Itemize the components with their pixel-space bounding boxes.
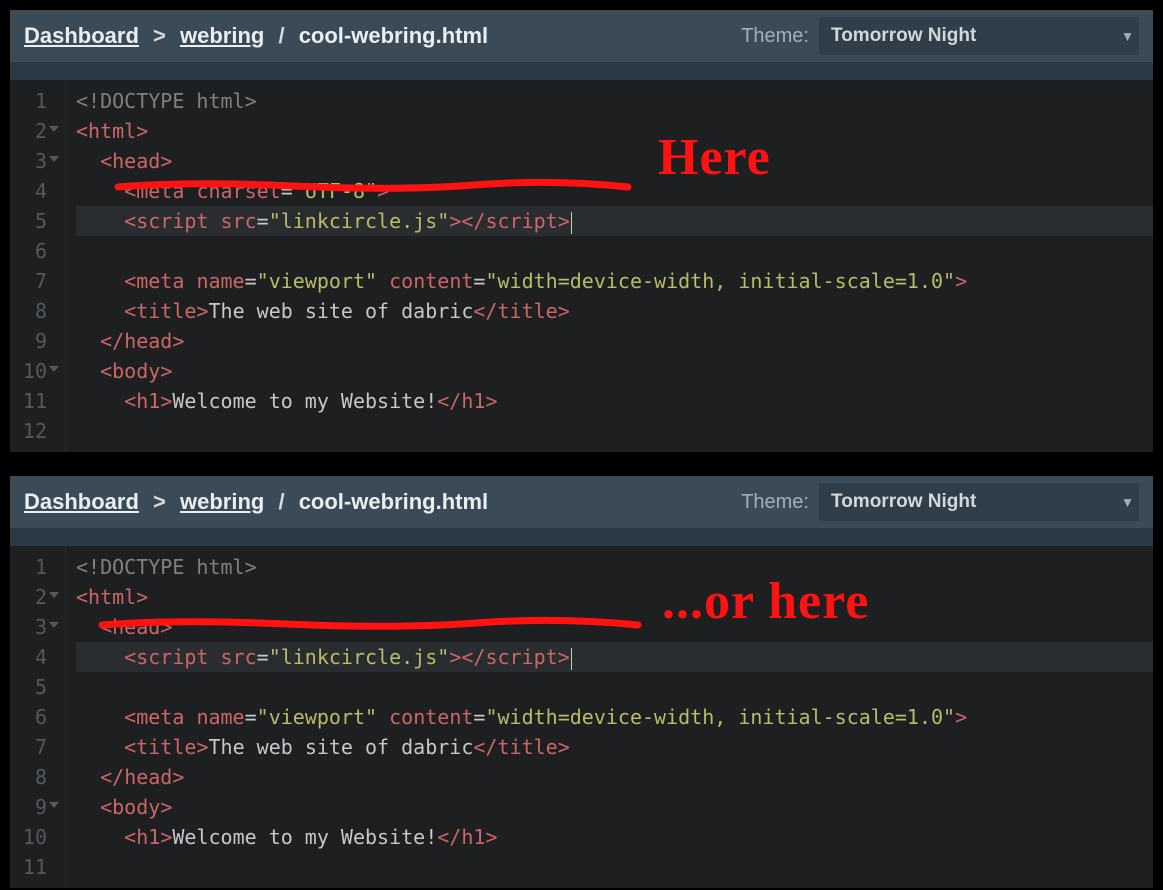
fold-icon[interactable] (49, 156, 59, 162)
breadcrumb-slash: / (272, 23, 290, 49)
breadcrumb-slash: / (272, 489, 290, 515)
fold-icon[interactable] (49, 592, 59, 598)
code-line[interactable] (76, 416, 1153, 446)
sub-toolbar (10, 62, 1153, 80)
line-number: 8 (10, 296, 57, 326)
sub-toolbar (10, 528, 1153, 546)
code-line[interactable]: <html> (76, 116, 1153, 146)
code-line[interactable]: <!DOCTYPE html> (76, 86, 1153, 116)
code-line[interactable] (76, 236, 1153, 266)
line-number: 2 (10, 116, 57, 146)
code-line[interactable]: <body> (76, 356, 1153, 386)
line-number: 8 (10, 762, 57, 792)
editor-panel: Dashboard > webring / cool-webring.html T… (8, 474, 1155, 890)
line-gutter: 1234567891011 (10, 546, 66, 888)
line-number: 3 (10, 146, 57, 176)
line-number: 10 (10, 356, 57, 386)
code-area[interactable]: <!DOCTYPE html><html> <head> <script src… (66, 546, 1153, 888)
theme-select[interactable]: Tomorrow Night ▾ (819, 483, 1139, 521)
text-cursor (571, 648, 572, 670)
code-line[interactable]: </head> (76, 762, 1153, 792)
fold-icon[interactable] (49, 622, 59, 628)
line-number: 7 (10, 266, 57, 296)
line-number: 10 (10, 822, 57, 852)
code-line[interactable]: <html> (76, 582, 1153, 612)
code-line[interactable]: </head> (76, 326, 1153, 356)
file-name: cool-webring.html (299, 23, 488, 49)
line-number: 6 (10, 236, 57, 266)
code-line[interactable]: <meta name="viewport" content="width=dev… (76, 702, 1153, 732)
code-line[interactable]: <body> (76, 792, 1153, 822)
chevron-down-icon: ▾ (1124, 28, 1131, 45)
dashboard-link[interactable]: Dashboard (24, 23, 139, 49)
breadcrumb-separator: > (147, 489, 172, 515)
line-number: 9 (10, 792, 57, 822)
code-editor[interactable]: 123456789101112<!DOCTYPE html><html> <he… (10, 80, 1153, 452)
fold-icon[interactable] (49, 802, 59, 808)
theme-label: Theme: (741, 491, 809, 514)
editor-panel: Dashboard > webring / cool-webring.html T… (8, 8, 1155, 454)
code-line[interactable]: <meta name="viewport" content="width=dev… (76, 266, 1153, 296)
code-line[interactable]: <h1>Welcome to my Website!</h1> (76, 386, 1153, 416)
code-line[interactable]: <title>The web site of dabric</title> (76, 296, 1153, 326)
theme-select[interactable]: Tomorrow Night ▾ (819, 17, 1139, 55)
code-editor[interactable]: 1234567891011<!DOCTYPE html><html> <head… (10, 546, 1153, 888)
theme-value: Tomorrow Night (831, 491, 976, 513)
line-number: 2 (10, 582, 57, 612)
line-number: 11 (10, 386, 57, 416)
line-number: 4 (10, 642, 57, 672)
code-line[interactable]: <h1>Welcome to my Website!</h1> (76, 822, 1153, 852)
fold-icon[interactable] (49, 366, 59, 372)
folder-link[interactable]: webring (180, 489, 264, 515)
file-name: cool-webring.html (299, 489, 488, 515)
code-line[interactable]: <meta charset="UTF-8"> (76, 176, 1153, 206)
code-line[interactable] (76, 672, 1153, 702)
line-number: 3 (10, 612, 57, 642)
line-number: 6 (10, 702, 57, 732)
code-line[interactable]: <script src="linkcircle.js"></script> (76, 642, 1153, 672)
theme-label: Theme: (741, 25, 809, 48)
breadcrumb-separator: > (147, 23, 172, 49)
code-line[interactable] (76, 852, 1153, 882)
breadcrumb-toolbar: Dashboard > webring / cool-webring.html T… (10, 10, 1153, 62)
line-gutter: 123456789101112 (10, 80, 66, 452)
code-line[interactable]: <title>The web site of dabric</title> (76, 732, 1153, 762)
theme-value: Tomorrow Night (831, 25, 976, 47)
line-number: 1 (10, 86, 57, 116)
dashboard-link[interactable]: Dashboard (24, 489, 139, 515)
code-line[interactable]: <head> (76, 612, 1153, 642)
line-number: 12 (10, 416, 57, 446)
line-number: 9 (10, 326, 57, 356)
line-number: 1 (10, 552, 57, 582)
chevron-down-icon: ▾ (1124, 494, 1131, 511)
breadcrumb-toolbar: Dashboard > webring / cool-webring.html T… (10, 476, 1153, 528)
line-number: 4 (10, 176, 57, 206)
line-number: 11 (10, 852, 57, 882)
line-number: 7 (10, 732, 57, 762)
line-number: 5 (10, 206, 57, 236)
line-number: 5 (10, 672, 57, 702)
text-cursor (571, 212, 572, 234)
fold-icon[interactable] (49, 126, 59, 132)
code-line[interactable]: <script src="linkcircle.js"></script> (76, 206, 1153, 236)
folder-link[interactable]: webring (180, 23, 264, 49)
code-line[interactable]: <!DOCTYPE html> (76, 552, 1153, 582)
code-line[interactable]: <head> (76, 146, 1153, 176)
code-area[interactable]: <!DOCTYPE html><html> <head> <meta chars… (66, 80, 1153, 452)
